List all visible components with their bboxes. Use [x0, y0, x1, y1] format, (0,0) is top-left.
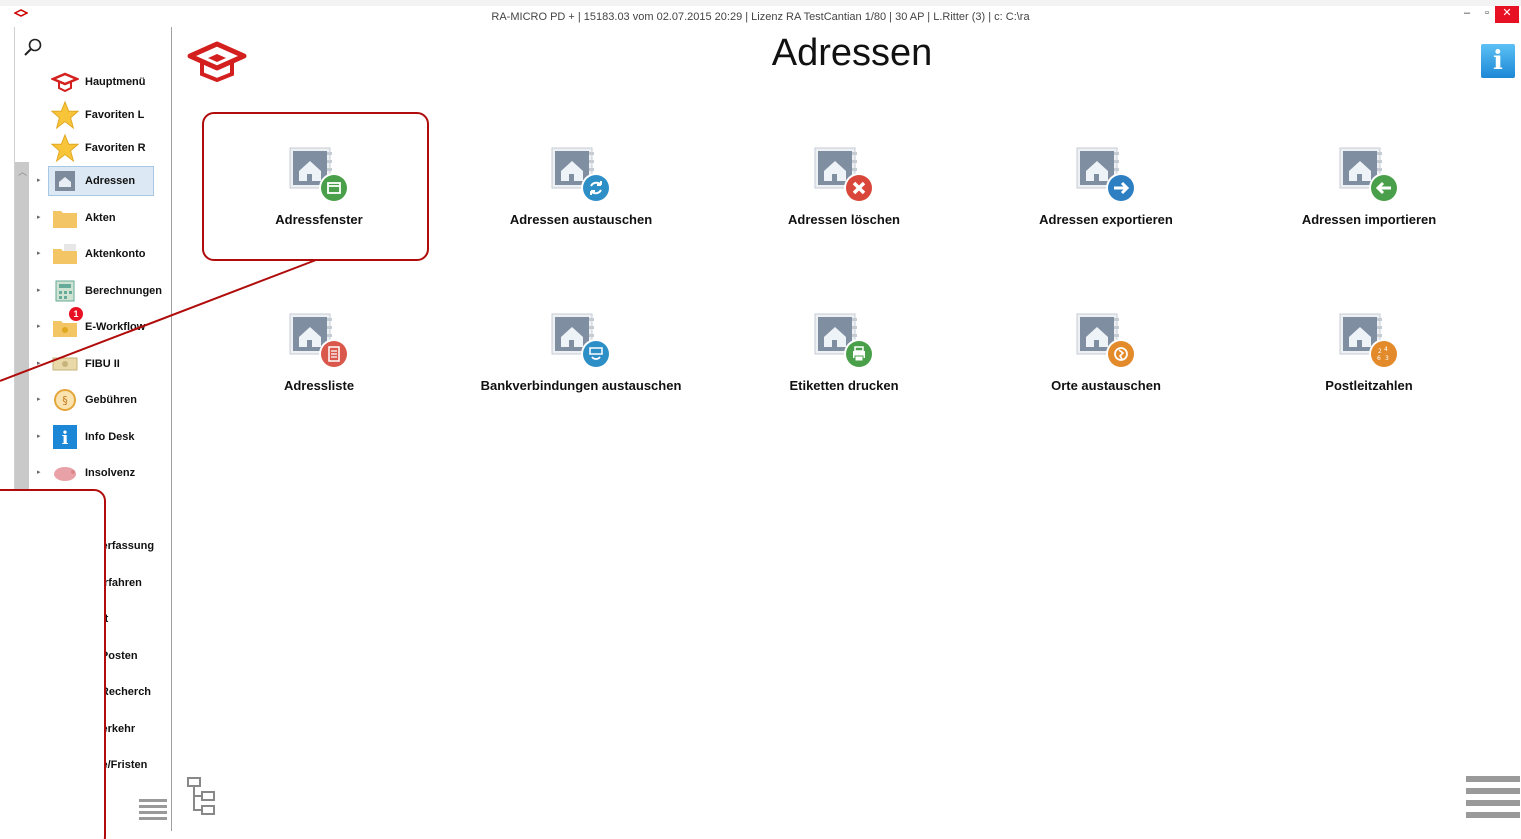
hamburger-menu-icon[interactable] — [1466, 776, 1520, 818]
fee-coin-icon: § — [51, 386, 79, 414]
sidebar-item-label: Gebühren — [85, 394, 137, 406]
sidebar-item-e-workflow[interactable]: 1 E-Workflow — [51, 307, 171, 342]
sidebar-item-label: FIBU II — [85, 358, 120, 370]
expand-arrow-icon[interactable]: ▸ — [37, 213, 41, 221]
window-title: RA-MICRO PD + | 15183.03 vom 02.07.2015 … — [491, 11, 1030, 23]
expand-arrow-icon[interactable]: ▸ — [37, 322, 41, 330]
sidebar-item-label: Info Desk — [85, 431, 135, 443]
tile-adressen-importieren[interactable]: Adressen importieren — [1238, 146, 1500, 266]
tile-adressen-löschen[interactable]: Adressen löschen — [713, 146, 975, 266]
search-icon[interactable] — [23, 37, 43, 57]
tile-bankverbindungen-austauschen[interactable]: Bankverbindungen austauschen — [450, 312, 712, 432]
sidebar-item-aktenkonto[interactable]: Aktenkonto — [51, 239, 171, 269]
list-view-icon[interactable] — [137, 797, 169, 823]
tile-label: Adressliste — [283, 378, 355, 393]
tile-orte-austauschen[interactable]: Orte austauschen — [975, 312, 1237, 432]
sidebar-item-favoriten-l[interactable]: Favoriten L — [51, 100, 171, 130]
tile-label: Adressen importieren — [1301, 212, 1437, 227]
sidebar-item-label: Favoriten R — [85, 142, 146, 154]
tile-etiketten-drucken[interactable]: Etiketten drucken — [713, 312, 975, 432]
graduation-cap-icon — [51, 68, 79, 96]
address-book-arrow-left-icon — [1339, 147, 1399, 203]
star-icon — [51, 133, 79, 163]
tile-adressliste[interactable]: Adressliste — [188, 312, 450, 432]
address-book-arrow-right-icon — [1076, 147, 1136, 203]
svg-text:3: 3 — [1385, 355, 1389, 362]
workflow-folder-icon: 1 — [51, 307, 83, 341]
expand-arrow-icon[interactable]: ▸ — [37, 176, 41, 184]
tile-postleitzahlen[interactable]: 2 4 6 3 Postleitzahlen — [1238, 312, 1500, 432]
tile-adressen-exportieren[interactable]: Adressen exportieren — [975, 146, 1237, 266]
expand-arrow-icon[interactable]: ▸ — [37, 359, 41, 367]
sidebar-item-label: Akten — [85, 212, 116, 224]
address-book-printer-icon — [814, 313, 874, 369]
tile-label: Adressen exportieren — [1039, 212, 1173, 227]
close-button[interactable]: ✕ — [1495, 6, 1519, 23]
svg-text:4: 4 — [1384, 346, 1388, 353]
address-book-bank-swap-icon — [551, 313, 611, 369]
tree-view-icon[interactable] — [186, 776, 222, 818]
sidebar-item-label: Favoriten L — [85, 109, 145, 121]
svg-text:6: 6 — [1377, 355, 1381, 362]
star-icon — [51, 100, 79, 130]
svg-text:2: 2 — [1378, 348, 1382, 355]
tile-label: Bankverbindungen austauschen — [480, 378, 682, 393]
tile-label: Postleitzahlen — [1325, 378, 1413, 393]
money-icon — [51, 350, 79, 378]
info-icon: i — [51, 423, 79, 451]
sidebar-item-label: Adressen — [85, 175, 136, 187]
sidebar-item-gebühren[interactable]: § Gebühren — [51, 385, 171, 415]
sidebar-item-favoriten-r[interactable]: Favoriten R — [51, 133, 171, 163]
expand-arrow-icon[interactable]: ▸ — [37, 395, 41, 403]
expand-arrow-icon[interactable]: ▸ — [37, 286, 41, 294]
sidebar-item-label: Insolvenz — [85, 467, 136, 479]
scroll-up-icon[interactable]: ︿ — [18, 165, 27, 178]
expand-arrow-icon[interactable]: ▸ — [37, 468, 41, 476]
sidebar-item-label: Berechnungen — [85, 285, 163, 297]
address-book-delete-x-icon — [814, 147, 874, 203]
sidebar-item-label: E-Workflow — [85, 321, 146, 333]
sidebar-item-adressen[interactable]: Adressen — [48, 166, 154, 196]
piggy-bank-icon — [51, 459, 79, 487]
info-button[interactable]: i — [1481, 44, 1515, 78]
sidebar-item-label: Aktenkonto — [85, 248, 146, 260]
page-title: Adressen — [771, 32, 933, 74]
tile-adressen-austauschen[interactable]: Adressen austauschen — [450, 146, 712, 266]
address-book-numbers-icon: 2 46 3 — [1339, 313, 1399, 369]
callout-frame — [0, 489, 106, 839]
svg-text:§: § — [62, 394, 68, 407]
folder-icon — [51, 204, 79, 232]
tile-label: Adressen austauschen — [509, 212, 653, 227]
window-titlebar: RA-MICRO PD + | 15183.03 vom 02.07.2015 … — [0, 0, 1521, 27]
sidebar-item-info-desk[interactable]: i Info Desk — [51, 422, 171, 452]
tile-label: Adressen löschen — [788, 212, 900, 227]
sidebar-item-akten[interactable]: Akten — [51, 203, 171, 233]
highlight-frame — [202, 112, 429, 261]
expand-arrow-icon[interactable]: ▸ — [37, 249, 41, 257]
sidebar-item-insolvenz[interactable]: Insolvenz — [51, 458, 171, 488]
svg-text:i: i — [62, 428, 69, 449]
tile-label: Orte austauschen — [1051, 378, 1161, 393]
notification-badge: 1 — [69, 307, 83, 321]
minimize-button[interactable]: – — [1456, 6, 1478, 23]
address-book-icon — [51, 167, 79, 195]
ra-micro-logo-icon — [187, 41, 247, 82]
sidebar-item-hauptmenü[interactable]: Hauptmenü — [51, 67, 171, 97]
folder-ledger-icon — [51, 240, 79, 268]
address-book-list-doc-icon — [289, 313, 349, 369]
sidebar-item-label: Hauptmenü — [85, 76, 146, 88]
sidebar-item-berechnungen[interactable]: Berechnungen — [51, 276, 171, 306]
calculator-icon — [51, 277, 79, 305]
address-book-swap-icon — [551, 147, 611, 203]
tile-label: Etiketten drucken — [789, 378, 899, 393]
sidebar-item-fibu-ii[interactable]: FIBU II — [51, 349, 171, 379]
address-book-globe-swap-icon — [1076, 313, 1136, 369]
expand-arrow-icon[interactable]: ▸ — [37, 432, 41, 440]
